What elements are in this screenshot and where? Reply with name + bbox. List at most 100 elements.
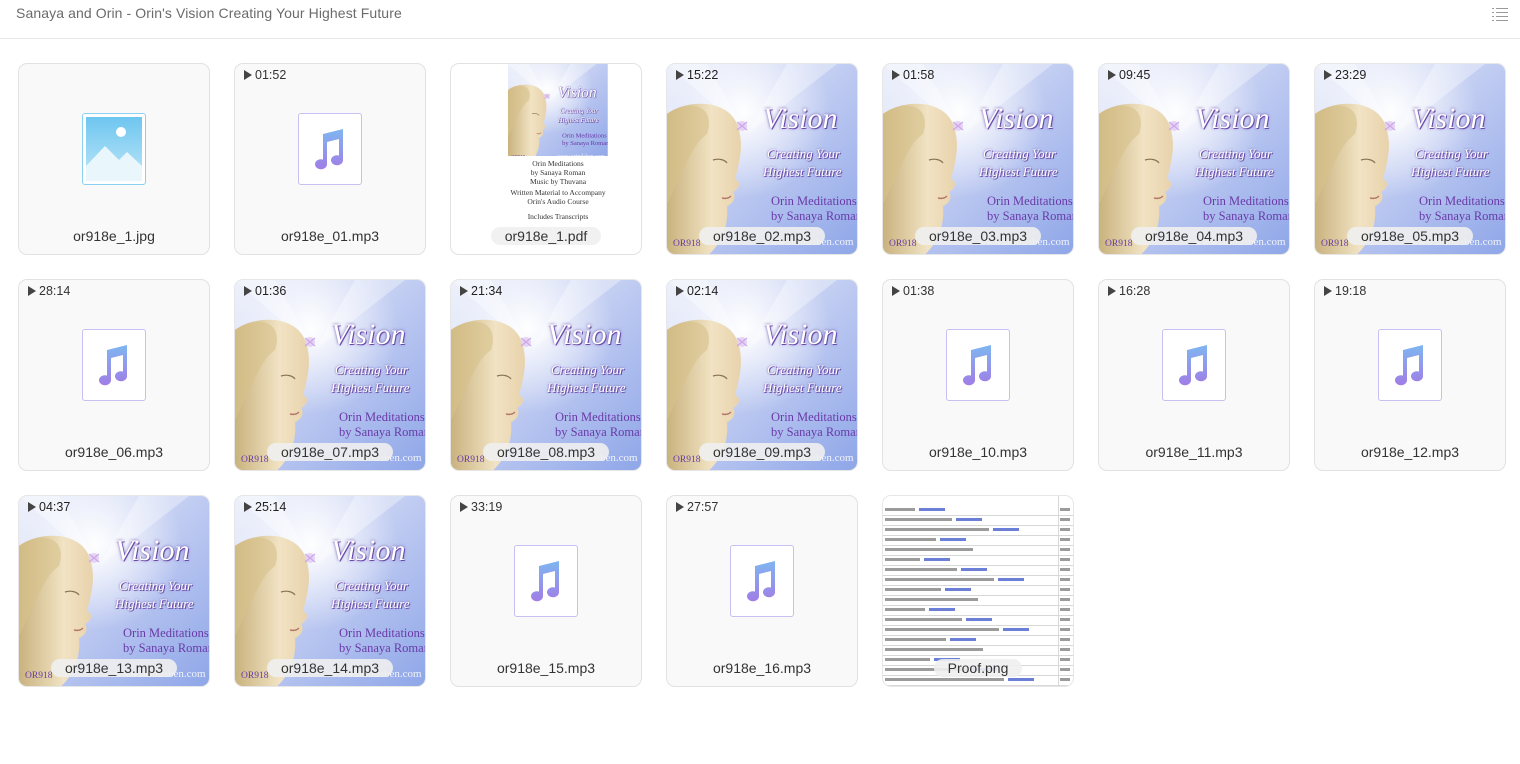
file-name: or918e_11.mp3 — [1099, 443, 1289, 461]
pdf-text-line: Music by Thuvana — [529, 177, 587, 186]
proof-row — [883, 526, 1073, 536]
proof-row — [883, 596, 1073, 606]
file-name: or918e_03.mp3 — [883, 227, 1073, 245]
file-name: or918e_1.pdf — [451, 227, 641, 245]
file-tile[interactable]: 19:18 or918e_12.mp3 — [1314, 279, 1506, 471]
proof-duration — [1060, 528, 1070, 531]
play-icon[interactable] — [676, 286, 684, 296]
proof-row — [883, 576, 1073, 586]
file-name-text: or918e_15.mp3 — [496, 660, 596, 676]
play-icon[interactable] — [244, 286, 252, 296]
music-note-icon — [730, 545, 794, 617]
play-icon[interactable] — [244, 70, 252, 80]
album-art-text: Vision — [557, 83, 597, 101]
pdf-cover-art: Vision Creating Your Highest Future Orin Me… — [508, 64, 608, 156]
page-title: Sanaya and Orin - Orin's Vision Creating… — [16, 5, 402, 21]
play-icon[interactable] — [28, 286, 36, 296]
file-name: or918e_12.mp3 — [1315, 443, 1505, 461]
proof-duration — [1060, 538, 1070, 541]
play-icon[interactable] — [1324, 286, 1332, 296]
play-icon[interactable] — [460, 502, 468, 512]
album-art-text: Orin Meditations — [771, 410, 857, 424]
proof-row — [883, 616, 1073, 626]
duration-text: 04:37 — [39, 500, 71, 514]
duration-label: 27:57 — [676, 500, 718, 514]
duration-text: 01:36 — [255, 284, 287, 298]
file-name: or918e_10.mp3 — [883, 443, 1073, 461]
proof-duration — [1060, 568, 1070, 571]
proof-link — [929, 608, 955, 611]
album-art-text: Highest Future — [557, 116, 599, 124]
album-art-text: Vision — [763, 318, 838, 351]
album-art-text: Vision — [331, 534, 406, 567]
duration-text: 33:19 — [471, 500, 503, 514]
list-view-icon[interactable] — [1492, 7, 1508, 21]
album-art-text: by Sanaya Roman — [123, 641, 210, 655]
play-icon[interactable] — [892, 70, 900, 80]
file-tile[interactable]: Vision Creating Your Highest Future Orin Me… — [234, 279, 426, 471]
album-art-text: by Sanaya Roman — [1419, 209, 1506, 223]
file-tile[interactable]: 01:52 or918e_01.mp3 — [234, 63, 426, 255]
file-tile[interactable]: Vision Creating Your Highest Future Orin Me… — [450, 63, 642, 255]
album-art-text: Highest Future — [763, 164, 842, 179]
file-tile[interactable]: Vision Creating Your Highest Future Orin Me… — [666, 279, 858, 471]
play-icon[interactable] — [892, 286, 900, 296]
file-tile[interactable]: 33:19 or918e_15.mp3 — [450, 495, 642, 687]
file-tile[interactable]: Vision Creating Your Highest Future Orin Me… — [18, 495, 210, 687]
file-tile[interactable]: Vision Creating Your Highest Future Orin Me… — [234, 495, 426, 687]
file-tile[interactable]: 01:38 or918e_10.mp3 — [882, 279, 1074, 471]
file-tile[interactable]: 28:14 or918e_06.mp3 — [18, 279, 210, 471]
album-art: Vision Creating Your Highest Future Orin Me… — [235, 280, 425, 470]
proof-text — [885, 588, 941, 591]
album-art-text: Orin Meditations — [123, 626, 209, 640]
file-name-text: or918e_14.mp3 — [266, 659, 394, 677]
file-tile[interactable]: Vision Creating Your Highest Future Orin Me… — [1314, 63, 1506, 255]
album-art-text: Creating Your — [1415, 146, 1489, 161]
album-art-text: by Sanaya Roman — [562, 139, 608, 147]
proof-link — [956, 518, 982, 521]
album-art: Vision Creating Your Highest Future Orin Me… — [883, 64, 1073, 254]
file-tile[interactable]: Vision Creating Your Highest Future Orin Me… — [1098, 63, 1290, 255]
proof-duration — [1060, 508, 1070, 511]
album-art-text: Vision — [763, 102, 838, 135]
album-art-text: Highest Future — [331, 596, 410, 611]
file-name-text: or918e_16.mp3 — [712, 660, 812, 676]
file-tile[interactable]: Vision Creating Your Highest Future Orin Me… — [450, 279, 642, 471]
play-icon[interactable] — [1108, 70, 1116, 80]
duration-label: 25:14 — [244, 500, 286, 514]
duration-label: 01:38 — [892, 284, 934, 298]
file-name-text: or918e_07.mp3 — [266, 443, 394, 461]
play-icon[interactable] — [676, 502, 684, 512]
header-bar: Sanaya and Orin - Orin's Vision Creating… — [0, 0, 1520, 39]
play-icon[interactable] — [244, 502, 252, 512]
file-tile[interactable]: Vision Creating Your Highest Future Orin Me… — [882, 63, 1074, 255]
proof-text — [885, 518, 952, 521]
file-tile[interactable]: 27:57 or918e_16.mp3 — [666, 495, 858, 687]
file-name-text: or918e_13.mp3 — [50, 659, 178, 677]
file-name: Proof.png — [883, 659, 1073, 677]
play-icon[interactable] — [1108, 286, 1116, 296]
proof-text — [885, 598, 978, 601]
album-art-text: Highest Future — [763, 380, 842, 395]
play-icon[interactable] — [1324, 70, 1332, 80]
pdf-text-line: Orin's Audio Course — [527, 197, 589, 206]
album-art-text: Vision — [1411, 102, 1486, 135]
proof-row — [883, 676, 1073, 686]
file-tile[interactable]: 16:28 or918e_11.mp3 — [1098, 279, 1290, 471]
duration-text: 09:45 — [1119, 68, 1151, 82]
file-tile[interactable]: Proof.png — [882, 495, 1074, 687]
album-art-text: Highest Future — [1411, 164, 1490, 179]
album-art-text: Vision — [115, 534, 190, 567]
duration-text: 28:14 — [39, 284, 71, 298]
duration-text: 01:58 — [903, 68, 935, 82]
play-icon[interactable] — [676, 70, 684, 80]
album-art-text: Creating Your — [767, 362, 841, 377]
proof-text — [885, 678, 1004, 681]
file-tile[interactable]: or918e_1.jpg — [18, 63, 210, 255]
play-icon[interactable] — [28, 502, 36, 512]
file-name-text: or918e_1.pdf — [490, 227, 602, 245]
proof-duration — [1060, 578, 1070, 581]
play-icon[interactable] — [460, 286, 468, 296]
file-tile[interactable]: Vision Creating Your Highest Future Orin Me… — [666, 63, 858, 255]
album-art-text: Vision — [547, 318, 622, 351]
